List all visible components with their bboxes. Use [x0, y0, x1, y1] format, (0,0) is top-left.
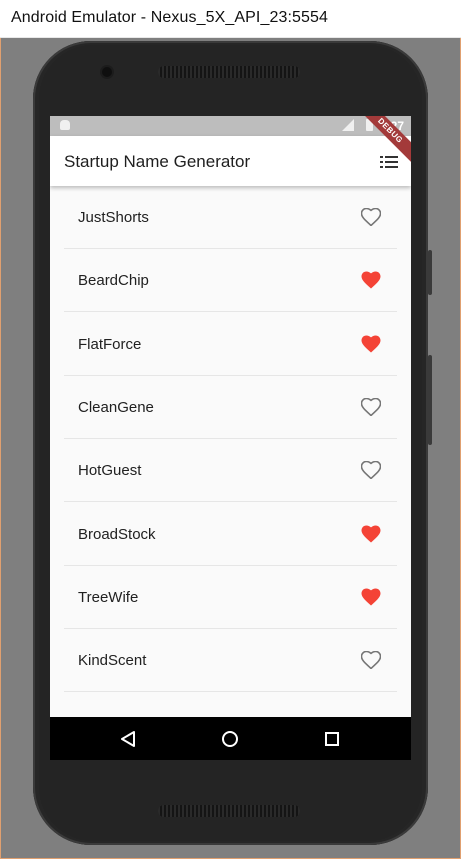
android-notification-icon: [60, 120, 70, 130]
app-bar: Startup Name Generator: [50, 136, 411, 186]
list-item-label: HotGuest: [78, 462, 142, 480]
back-icon[interactable]: [116, 727, 140, 751]
home-icon[interactable]: [218, 727, 242, 751]
volume-button[interactable]: [428, 355, 432, 445]
bottom-speaker: [158, 805, 300, 817]
favorite-border-icon[interactable]: [361, 461, 381, 480]
list-item-label: BeardChip: [78, 272, 149, 290]
list-item[interactable]: FlatForce: [64, 313, 397, 376]
top-speaker: [158, 66, 300, 78]
signal-icon: [342, 119, 354, 131]
list-item[interactable]: KindScent: [64, 629, 397, 693]
list-item-label: JustShorts: [78, 209, 149, 226]
navigation-bar: [50, 717, 411, 760]
list-item-label: FlatForce: [78, 335, 142, 353]
list-item[interactable]: CleanGene: [64, 376, 397, 439]
list-item[interactable]: BeardChip: [64, 249, 397, 313]
favorite-border-icon[interactable]: [361, 651, 381, 670]
window-title-bar: Android Emulator - Nexus_5X_API_23:5554: [0, 0, 461, 38]
device-screen: 7:27 Startup Name Generator DEBUG JustSh…: [50, 116, 411, 760]
list-item[interactable]: TreeWife: [64, 566, 397, 629]
suggestion-list: JustShorts BeardChip FlatForce CleanGene Hot…: [50, 186, 411, 716]
favorite-heart-icon[interactable]: [361, 525, 381, 543]
power-button[interactable]: [428, 250, 432, 295]
list-item-label: CleanGene: [78, 398, 154, 416]
front-camera: [102, 67, 112, 77]
list-item-label: KindScent: [78, 652, 147, 670]
window-title: Android Emulator - Nexus_5X_API_23:5554: [11, 9, 328, 26]
favorite-heart-icon[interactable]: [361, 588, 381, 606]
favorite-border-icon[interactable]: [361, 208, 381, 226]
favorite-border-icon[interactable]: [361, 397, 381, 416]
status-bar: 7:27: [50, 116, 411, 136]
list-item[interactable]: HotGuest: [64, 439, 397, 503]
list-item-label: TreeWife: [78, 588, 139, 606]
list-icon[interactable]: [380, 155, 398, 169]
favorite-heart-icon[interactable]: [361, 271, 381, 289]
list-item[interactable]: BroadStock: [64, 503, 397, 566]
list-item[interactable]: JustShorts: [64, 186, 397, 249]
favorite-heart-icon[interactable]: [361, 335, 381, 353]
recents-icon[interactable]: [320, 727, 344, 751]
app-title: Startup Name Generator: [64, 152, 251, 171]
list-item-label: BroadStock: [78, 525, 156, 543]
